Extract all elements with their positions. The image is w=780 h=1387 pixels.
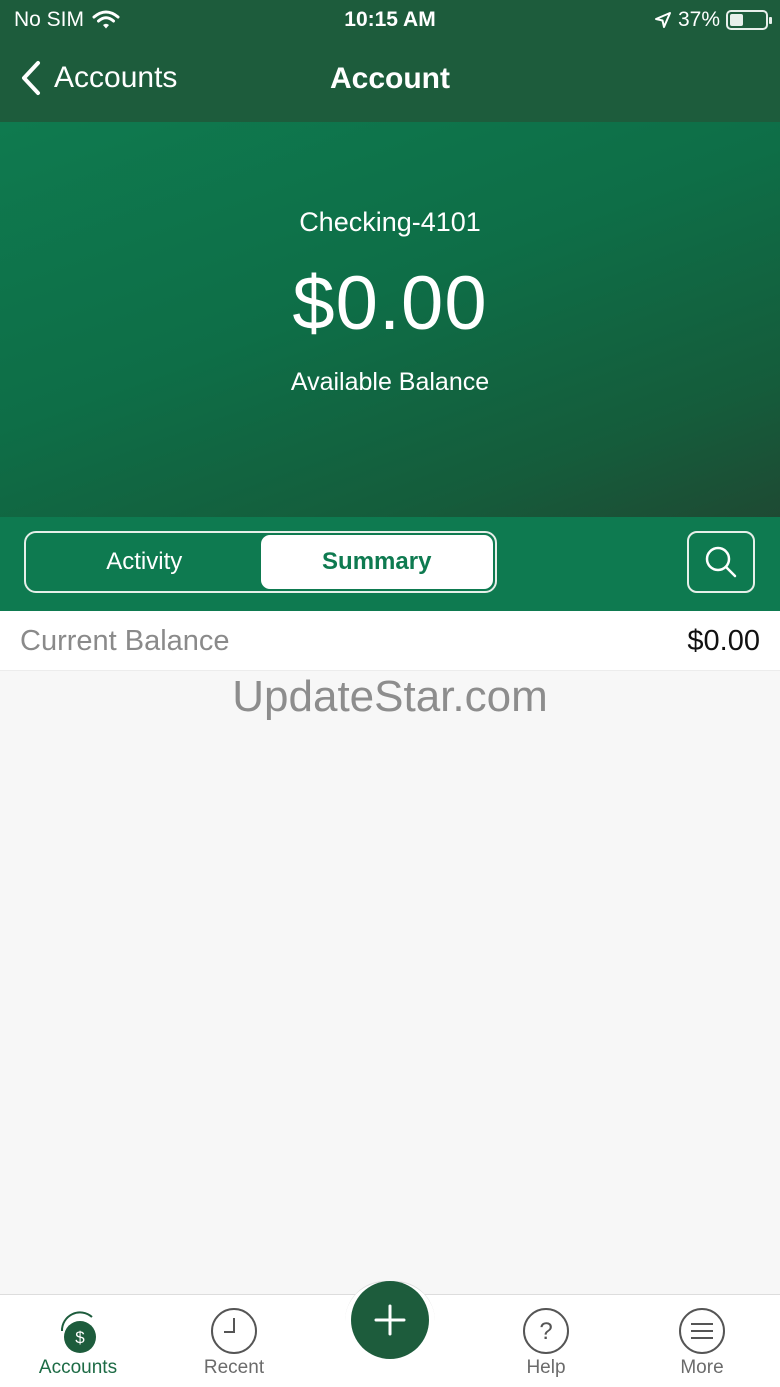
search-icon (705, 546, 737, 578)
navigation-bar: Accounts Account (0, 40, 780, 122)
location-arrow-icon (654, 12, 671, 28)
search-button[interactable] (687, 531, 755, 593)
available-balance-amount: $0.00 (292, 261, 488, 346)
tab-help-label: Help (526, 1357, 566, 1378)
battery-icon (726, 10, 772, 30)
current-balance-value: $0.00 (687, 625, 760, 657)
tab-help[interactable]: ? Help (468, 1295, 624, 1387)
tab-more[interactable]: More (624, 1295, 780, 1387)
account-name: Checking-4101 (299, 207, 481, 237)
tab-recent[interactable]: Recent (156, 1295, 312, 1387)
svg-text:$: $ (75, 1328, 85, 1347)
tab-more-label: More (680, 1357, 724, 1378)
account-toolbar: Activity Summary (0, 517, 780, 611)
tab-accounts[interactable]: $ Accounts (0, 1295, 156, 1387)
add-button[interactable] (351, 1281, 429, 1359)
dollar-icon: $ (60, 1311, 96, 1353)
plus-icon (374, 1304, 406, 1336)
segmented-control: Activity Summary (24, 531, 497, 593)
status-right: 37% (654, 8, 772, 32)
back-button[interactable]: Accounts (20, 60, 177, 96)
svg-text:?: ? (539, 1318, 552, 1345)
back-button-label: Accounts (54, 61, 178, 94)
tab-activity[interactable]: Activity (28, 535, 261, 589)
status-bar: No SIM 10:15 AM 37% (0, 0, 780, 40)
account-header: Checking-4101 $0.00 Available Balance (0, 122, 780, 517)
summary-row: Current Balance $0.00 (0, 611, 780, 671)
battery-percent: 37% (677, 8, 720, 31)
battery-fill (730, 14, 743, 26)
tab-recent-label: Recent (203, 1357, 265, 1378)
clock-icon (211, 1308, 257, 1354)
question-icon: ? (523, 1308, 569, 1354)
menu-icon (679, 1308, 725, 1354)
back-chevron-icon (22, 61, 40, 95)
watermark: UpdateStar.com (232, 672, 548, 721)
current-balance-label: Current Balance (20, 625, 230, 657)
available-balance-label: Available Balance (290, 368, 490, 396)
tab-summary[interactable]: Summary (260, 535, 493, 589)
tab-bar: $ Accounts Recent ? Help More (0, 1281, 780, 1387)
tab-accounts-label: Accounts (38, 1357, 118, 1378)
